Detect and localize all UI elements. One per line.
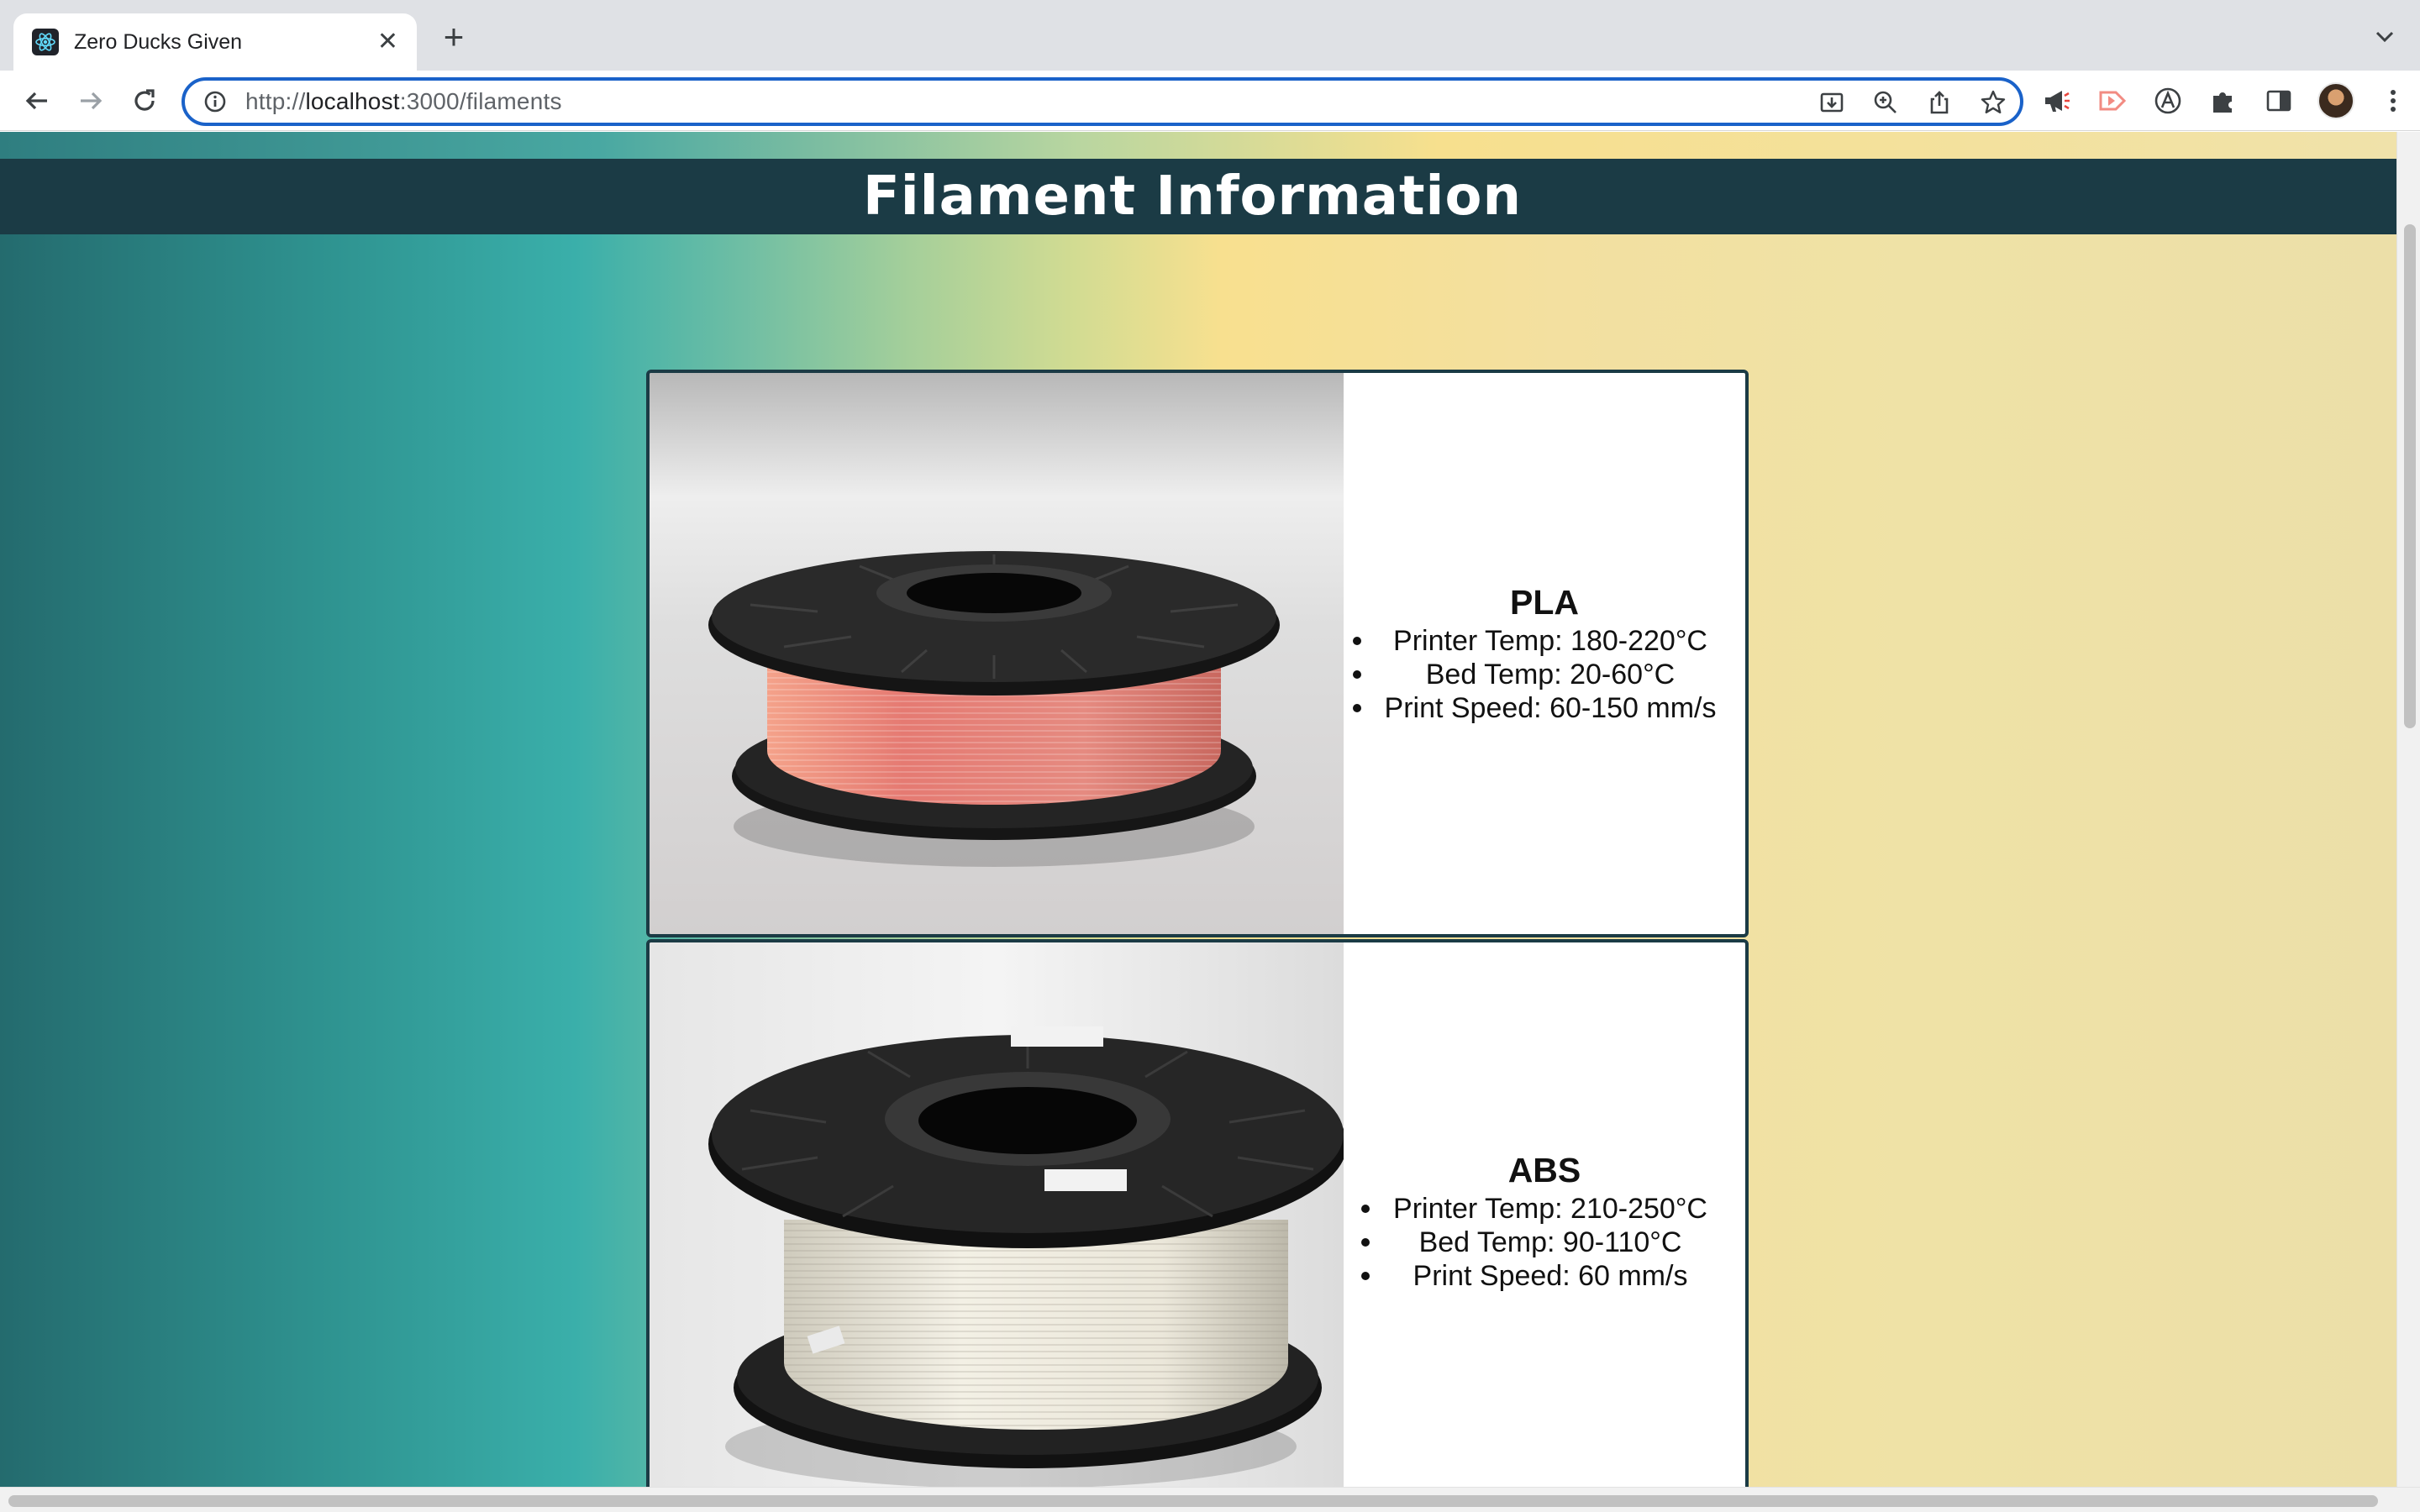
filament-card-abs: ABS Printer Temp: 210-250°C Bed Temp: 90…	[646, 939, 1749, 1487]
filament-card-pla: PLA Printer Temp: 180-220°C Bed Temp: 20…	[646, 370, 1749, 937]
tab-close-icon[interactable]: ✕	[377, 29, 398, 55]
reload-icon[interactable]	[126, 82, 163, 119]
filament-specs: Printer Temp: 180-220°C Bed Temp: 20-60°…	[1352, 624, 1717, 725]
spec-print-speed: Print Speed: 60 mm/s	[1361, 1259, 1707, 1293]
filament-info-abs: ABS Printer Temp: 210-250°C Bed Temp: 90…	[1344, 942, 1745, 1487]
filament-name: ABS	[1507, 1151, 1581, 1189]
filament-name: PLA	[1510, 582, 1579, 622]
browser-tab[interactable]: Zero Ducks Given ✕	[13, 13, 417, 71]
install-app-icon[interactable]	[1817, 87, 1847, 118]
spec-print-speed: Print Speed: 60-150 mm/s	[1352, 691, 1716, 725]
spec-printer-temp: Printer Temp: 180-220°C	[1352, 624, 1717, 658]
url-host: localhost	[305, 88, 400, 114]
extensions-area	[2040, 82, 2410, 119]
tab-strip: Zero Ducks Given ✕ +	[0, 0, 2420, 71]
spec-bed-temp: Bed Temp: 20-60°C	[1352, 658, 1717, 691]
filament-image-pla	[650, 373, 1344, 934]
page-header: Filament Information	[0, 159, 2396, 234]
url-text: http://localhost:3000/filaments	[245, 88, 562, 115]
filament-info-pla: PLA Printer Temp: 180-220°C Bed Temp: 20…	[1344, 373, 1745, 934]
spec-bed-temp: Bed Temp: 90-110°C	[1361, 1226, 1707, 1259]
horizontal-scrollbar[interactable]	[0, 1487, 2420, 1512]
address-bar[interactable]: http://localhost:3000/filaments	[182, 77, 2023, 126]
horizontal-scrollbar-thumb[interactable]	[8, 1495, 2378, 1507]
site-info-icon[interactable]	[202, 88, 229, 115]
filament-specs: Printer Temp: 210-250°C Bed Temp: 90-110…	[1361, 1192, 1707, 1293]
filament-image-abs	[650, 942, 1344, 1487]
forward-arrow-icon[interactable]	[72, 82, 109, 119]
spec-printer-temp: Printer Temp: 210-250°C	[1361, 1192, 1707, 1226]
profile-avatar[interactable]	[2317, 82, 2354, 119]
side-panel-icon[interactable]	[2262, 84, 2296, 118]
omnibox-actions	[1817, 87, 2008, 118]
vertical-scrollbar[interactable]	[2396, 132, 2420, 1487]
new-tab-icon[interactable]: +	[437, 19, 471, 55]
share-icon[interactable]	[1924, 87, 1954, 118]
gradient-strip	[0, 132, 2396, 159]
bookmark-star-icon[interactable]	[1978, 87, 2008, 118]
url-path: :3000/filaments	[399, 88, 562, 114]
browser-toolbar: http://localhost:3000/filaments	[0, 71, 2420, 131]
record-extension-icon[interactable]	[2096, 84, 2129, 118]
page-viewport: Filament Information PLA Printer Temp: 1…	[0, 132, 2396, 1487]
react-favicon-icon	[32, 29, 59, 55]
text-a-extension-icon[interactable]	[2151, 84, 2185, 118]
zoom-icon[interactable]	[1870, 87, 1901, 118]
megaphone-extension-icon[interactable]	[2040, 84, 2074, 118]
back-arrow-icon[interactable]	[18, 82, 55, 119]
page-title: Filament Information	[863, 165, 1522, 228]
tab-search-chevron-icon[interactable]	[2371, 24, 2398, 50]
extensions-puzzle-icon[interactable]	[2207, 84, 2240, 118]
vertical-scrollbar-thumb[interactable]	[2404, 224, 2416, 728]
url-scheme: http://	[245, 88, 306, 114]
tab-title: Zero Ducks Given	[74, 29, 243, 54]
kebab-menu-icon[interactable]	[2376, 84, 2410, 118]
